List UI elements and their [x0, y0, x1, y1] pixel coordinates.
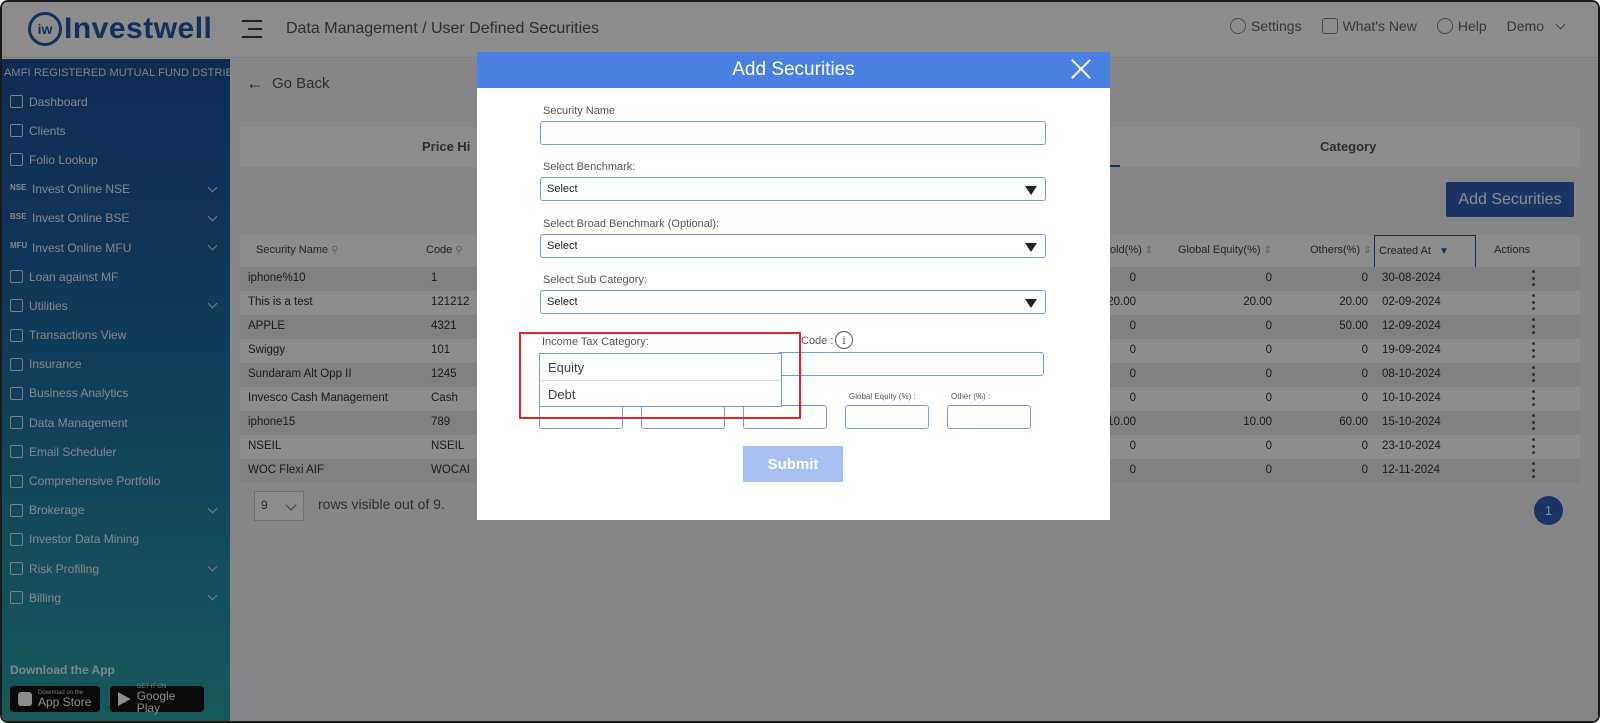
sub-category-value: Select: [547, 296, 578, 308]
modal-title: Add Securities: [732, 59, 855, 80]
dropdown-arrow-icon: [1025, 243, 1037, 252]
broad-benchmark-select[interactable]: Select: [540, 234, 1046, 258]
sub-category-select[interactable]: Select: [540, 290, 1046, 314]
submit-button[interactable]: Submit: [743, 446, 843, 482]
code-input[interactable]: [777, 352, 1044, 376]
close-icon[interactable]: [1070, 58, 1092, 80]
modal-header: Add Securities: [477, 52, 1110, 88]
security-name-label: Security Name: [543, 105, 616, 117]
broad-benchmark-label: Select Broad Benchmark (Optional):: [543, 218, 720, 230]
allocation-input-2[interactable]: [641, 405, 725, 429]
benchmark-select[interactable]: Select: [540, 177, 1046, 201]
allocation-input-1[interactable]: [539, 405, 623, 429]
global-equity-label: Global Equity (%) :: [849, 392, 916, 401]
allocation-input-3[interactable]: [743, 405, 827, 429]
info-icon[interactable]: i: [835, 331, 853, 349]
income-tax-category-label: Income Tax Category:: [542, 336, 649, 348]
benchmark-label: Select Benchmark:: [543, 161, 636, 173]
security-name-input[interactable]: [540, 121, 1046, 145]
broad-benchmark-value: Select: [547, 240, 578, 252]
income-tax-category-dropdown: Equity Debt: [539, 353, 782, 407]
add-securities-modal: Add Securities Security Name Select Benc…: [477, 52, 1110, 520]
sub-category-label: Select Sub Category:: [543, 274, 647, 286]
dropdown-arrow-icon: [1025, 186, 1037, 195]
code-label: Code :: [801, 335, 834, 347]
benchmark-value: Select: [547, 183, 578, 195]
option-debt[interactable]: Debt: [540, 381, 781, 408]
dropdown-arrow-icon: [1025, 299, 1037, 308]
global-equity-input[interactable]: [845, 405, 929, 429]
other-input[interactable]: [947, 405, 1031, 429]
app-window: iw Investwell Data Management / User Def…: [0, 0, 1600, 723]
option-equity[interactable]: Equity: [540, 354, 781, 381]
other-label: Other (%) :: [951, 392, 991, 401]
